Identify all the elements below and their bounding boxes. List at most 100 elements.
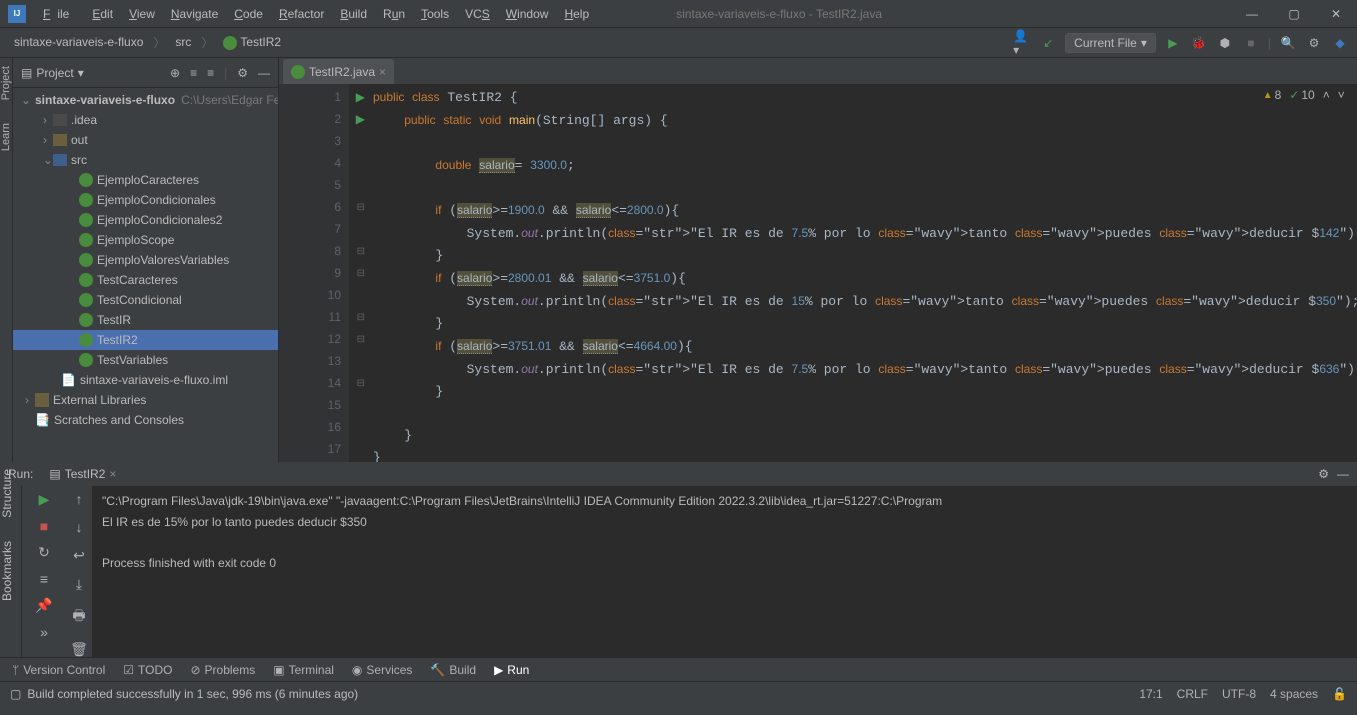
line-separator[interactable]: CRLF bbox=[1177, 687, 1208, 701]
build-button[interactable]: 🔨Build bbox=[430, 663, 476, 677]
tree-class-ejemploscope[interactable]: EjemploScope bbox=[13, 230, 278, 250]
menu-run[interactable]: Run bbox=[376, 3, 412, 25]
menu-help[interactable]: Help bbox=[557, 3, 596, 25]
tree-idea[interactable]: ›.idea bbox=[13, 110, 278, 130]
menu-edit[interactable]: Edit bbox=[85, 3, 120, 25]
run-button[interactable]: ▶ bbox=[1164, 34, 1182, 52]
tree-iml[interactable]: 📄sintaxe-variaveis-e-fluxo.iml bbox=[13, 370, 278, 390]
hide-button[interactable]: — bbox=[1337, 467, 1349, 481]
tree-scratches[interactable]: 📑Scratches and Consoles bbox=[13, 410, 278, 430]
tree-class-ejemplocondicionales[interactable]: EjemploCondicionales bbox=[13, 190, 278, 210]
gear-icon[interactable]: ⚙ bbox=[1318, 467, 1329, 481]
tree-out[interactable]: ›out bbox=[13, 130, 278, 150]
tree-class-testir2[interactable]: TestIR2 bbox=[13, 330, 278, 350]
menu-navigate[interactable]: Navigate bbox=[164, 3, 225, 25]
menu-code[interactable]: Code bbox=[227, 3, 270, 25]
version-control-button[interactable]: ᛘVersion Control bbox=[12, 663, 105, 677]
java-class-icon bbox=[79, 193, 93, 207]
select-opened-file-icon[interactable]: ⊕ bbox=[170, 66, 180, 80]
terminal-button[interactable]: ▣Terminal bbox=[273, 663, 334, 677]
close-tab-icon[interactable]: × bbox=[379, 65, 386, 79]
breadcrumb-src[interactable]: src bbox=[169, 33, 197, 51]
close-run-tab-icon[interactable]: × bbox=[109, 467, 116, 481]
pin-icon[interactable]: 📌 bbox=[35, 597, 52, 614]
run-coverage-button[interactable]: ⬢ bbox=[1216, 34, 1234, 52]
tree-root[interactable]: ⌄ sintaxe-variaveis-e-fluxo C:\Users\Edg… bbox=[13, 90, 278, 110]
status-icon[interactable]: ▢ bbox=[10, 687, 21, 701]
user-icon[interactable]: 👤▾ bbox=[1013, 34, 1031, 52]
menu-view[interactable]: View bbox=[122, 3, 162, 25]
stop-button[interactable]: ■ bbox=[40, 518, 48, 534]
rerun-button[interactable]: ▶ bbox=[39, 491, 50, 508]
hide-button[interactable]: — bbox=[258, 66, 270, 80]
print-icon[interactable]: 🖶 bbox=[72, 605, 85, 629]
menu-vcs[interactable]: VCS bbox=[458, 3, 497, 25]
restart-icon[interactable]: ↻ bbox=[38, 544, 50, 561]
menu-refactor[interactable]: Refactor bbox=[272, 3, 331, 25]
problems-button[interactable]: ⊘Problems bbox=[190, 663, 255, 677]
run-config-selector[interactable]: Current File ▾ bbox=[1065, 33, 1156, 53]
expand-all-icon[interactable]: ≡ bbox=[190, 66, 197, 80]
scroll-end-icon[interactable]: ⤓ bbox=[76, 576, 82, 593]
more-tabs-icon[interactable]: ⋮ bbox=[1351, 58, 1357, 84]
tab-testir2[interactable]: TestIR2.java × bbox=[283, 59, 394, 85]
menu-tools[interactable]: Tools bbox=[414, 3, 456, 25]
run-button-bottom[interactable]: ▶Run bbox=[494, 663, 529, 677]
breadcrumb-file[interactable]: TestIR2 bbox=[217, 33, 287, 52]
editor[interactable]: 8 10 ˄ ˅ 1▶2▶3456⊟78⊟9⊟1011⊟12⊟1314⊟1516… bbox=[279, 84, 1357, 469]
editor-area: TestIR2.java × ⋮ 8 10 ˄ ˅ 1▶2▶3456⊟78⊟9⊟… bbox=[279, 58, 1357, 462]
search-icon[interactable]: 🔍 bbox=[1279, 34, 1297, 52]
maximize-button[interactable]: ▢ bbox=[1273, 0, 1315, 28]
trash-icon[interactable]: 🗑 bbox=[70, 641, 88, 658]
menu-window[interactable]: Window bbox=[499, 3, 556, 25]
soft-wrap-icon[interactable]: ↩ bbox=[73, 547, 85, 564]
tree-class-ejemplovaloresvariables[interactable]: EjemploValoresVariables bbox=[13, 250, 278, 270]
project-tree[interactable]: ⌄ sintaxe-variaveis-e-fluxo C:\Users\Edg… bbox=[13, 88, 278, 462]
settings-icon[interactable]: ⚙ bbox=[1305, 34, 1323, 52]
nav-up-icon[interactable]: ˄ bbox=[1323, 88, 1330, 102]
nav-down-icon[interactable]: ˅ bbox=[1338, 88, 1345, 102]
checks-badge[interactable]: 10 bbox=[1289, 88, 1314, 102]
down-icon[interactable]: ↓ bbox=[76, 519, 83, 535]
gear-icon[interactable]: ⚙ bbox=[237, 66, 248, 80]
back-arrow-icon[interactable]: ↙ bbox=[1039, 34, 1057, 52]
tree-class-testcaracteres[interactable]: TestCaracteres bbox=[13, 270, 278, 290]
minimize-button[interactable]: — bbox=[1231, 0, 1273, 28]
menu-build[interactable]: Build bbox=[333, 3, 374, 25]
tree-class-ejemplocondicionales2[interactable]: EjemploCondicionales2 bbox=[13, 210, 278, 230]
run-tab[interactable]: ▤ TestIR2 × bbox=[41, 465, 124, 483]
tree-class-testir[interactable]: TestIR bbox=[13, 310, 278, 330]
readonly-icon[interactable]: 🔓 bbox=[1332, 687, 1347, 701]
services-button[interactable]: ◉Services bbox=[352, 663, 413, 677]
console-output[interactable]: "C:\Program Files\Java\jdk-19\bin\java.e… bbox=[92, 463, 1357, 657]
project-title[interactable]: ▤ Project ▾ bbox=[21, 66, 164, 80]
caret-position[interactable]: 17:1 bbox=[1139, 687, 1162, 701]
breadcrumb-project[interactable]: sintaxe-variaveis-e-fluxo bbox=[8, 33, 149, 51]
tree-class-ejemplocaracteres[interactable]: EjemploCaracteres bbox=[13, 170, 278, 190]
tree-class-testvariables[interactable]: TestVariables bbox=[13, 350, 278, 370]
stop-button[interactable]: ■ bbox=[1242, 34, 1260, 52]
collapse-all-icon[interactable]: ≡ bbox=[207, 66, 214, 80]
menu-file[interactable]: File bbox=[36, 3, 83, 25]
todo-button[interactable]: ☑TODO bbox=[123, 663, 172, 677]
java-class-icon bbox=[291, 65, 305, 79]
layout-icon[interactable]: ≡ bbox=[40, 571, 48, 587]
tree-external-libraries[interactable]: ›External Libraries bbox=[13, 390, 278, 410]
close-button[interactable]: ✕ bbox=[1315, 0, 1357, 28]
warnings-badge[interactable]: 8 bbox=[1263, 88, 1282, 102]
tree-class-testcondicional[interactable]: TestCondicional bbox=[13, 290, 278, 310]
up-icon[interactable]: ↑ bbox=[76, 491, 83, 507]
debug-button[interactable]: 🐞 bbox=[1190, 34, 1208, 52]
bookmarks-tool-button[interactable]: Bookmarks bbox=[0, 541, 21, 604]
gutter[interactable]: 1▶2▶3456⊟78⊟9⊟1011⊟12⊟1314⊟151617 bbox=[279, 84, 349, 469]
learn-tool-button[interactable]: Learn bbox=[0, 123, 12, 154]
indent[interactable]: 4 spaces bbox=[1270, 687, 1318, 701]
titlebar: IJ File Edit View Navigate Code Refactor… bbox=[0, 0, 1357, 28]
code-area[interactable]: public class TestIR2 { public static voi… bbox=[349, 84, 1357, 469]
file-encoding[interactable]: UTF-8 bbox=[1222, 687, 1256, 701]
project-tool-button[interactable]: Project bbox=[0, 66, 12, 103]
ide-icon[interactable]: ◆ bbox=[1331, 34, 1349, 52]
expand-icon[interactable]: » bbox=[40, 624, 48, 640]
tree-src[interactable]: ⌄src bbox=[13, 150, 278, 170]
inspection-widgets[interactable]: 8 10 ˄ ˅ bbox=[1263, 88, 1345, 102]
